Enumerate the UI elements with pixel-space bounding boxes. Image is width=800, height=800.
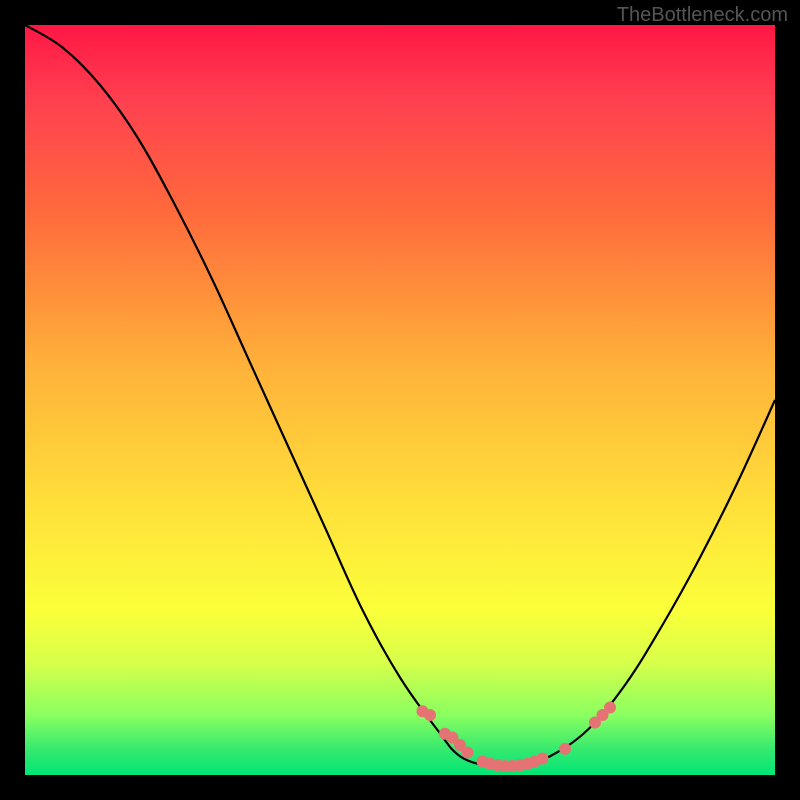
- bottleneck-curve: [25, 25, 775, 767]
- valley-dot: [424, 709, 436, 721]
- valley-dot: [462, 747, 474, 759]
- chart-container: TheBottleneck.com: [0, 0, 800, 800]
- valley-dot: [537, 753, 549, 765]
- valley-dot: [604, 702, 616, 714]
- plot-gradient-area: [25, 25, 775, 775]
- curve-svg: [25, 25, 775, 775]
- valley-dot: [559, 743, 571, 755]
- valley-dots-group: [417, 702, 617, 773]
- watermark-text: TheBottleneck.com: [617, 4, 788, 27]
